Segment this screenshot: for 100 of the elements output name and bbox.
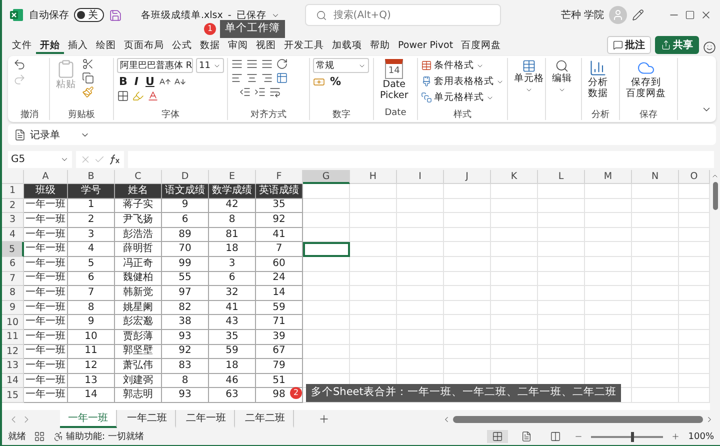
wrap-text-icon[interactable]	[268, 86, 280, 98]
undo-icon[interactable]	[13, 58, 26, 71]
scroll-left-icon[interactable]	[442, 414, 451, 424]
align-right-icon[interactable]	[261, 72, 273, 84]
vertical-scrollbar[interactable]	[712, 182, 718, 210]
maximize-icon[interactable]	[685, 10, 695, 20]
row-header[interactable]: 3	[2, 213, 24, 228]
align-center-icon[interactable]	[246, 72, 258, 84]
column-header[interactable]: K	[491, 170, 538, 184]
font-name-field[interactable]: 阿里巴巴普惠体 R	[117, 58, 193, 73]
indent-decrease-icon[interactable]	[238, 86, 250, 98]
enter-icon[interactable]	[94, 154, 105, 164]
menu-tab[interactable]: 视图	[252, 38, 280, 54]
menu-tab[interactable]: 开发工具	[280, 38, 328, 54]
row-header[interactable]: 5	[2, 242, 24, 257]
column-header[interactable]: C	[115, 170, 162, 184]
styles-menu-button[interactable]: 单元格样式	[421, 90, 494, 105]
scissors-icon[interactable]	[82, 58, 94, 70]
column-header[interactable]: B	[68, 170, 115, 184]
percent-button[interactable]: %	[328, 75, 344, 88]
zoom-slider-thumb[interactable]	[630, 432, 634, 442]
column-header[interactable]: F	[256, 170, 303, 184]
copy-icon[interactable]	[82, 72, 94, 84]
column-header[interactable]: L	[538, 170, 585, 184]
row-header[interactable]: 2	[2, 198, 24, 214]
add-sheet-icon[interactable]	[318, 413, 330, 425]
column-header[interactable]: I	[397, 170, 444, 184]
autosave-toggle[interactable]: 关	[74, 8, 104, 22]
menu-tab[interactable]: 公式	[168, 38, 196, 54]
macro-icon[interactable]	[34, 431, 45, 442]
function-icon[interactable]	[108, 154, 120, 164]
sheet-tab[interactable]: 一年一班	[60, 410, 117, 428]
row-header[interactable]: 6	[2, 256, 24, 272]
font-color-icon[interactable]	[147, 90, 159, 102]
scroll-right-icon[interactable]	[705, 414, 714, 424]
menu-tab[interactable]: 绘图	[92, 38, 120, 54]
accessibility-icon[interactable]	[53, 431, 64, 442]
merge-icon[interactable]	[276, 72, 288, 84]
menu-tab[interactable]: Power Pivot	[394, 38, 458, 54]
normal-view-button[interactable]	[487, 430, 508, 443]
user-avatar[interactable]	[609, 6, 627, 24]
share-button[interactable]: 共享	[655, 36, 699, 54]
select-all-corner[interactable]	[2, 170, 24, 184]
date-picker-button[interactable]: 14 Date Picker	[377, 58, 412, 103]
cells-button[interactable]: 单元格	[511, 58, 547, 95]
underline-button[interactable]: U	[143, 75, 156, 88]
menu-tab[interactable]: 审阅	[224, 38, 252, 54]
row-header[interactable]: 11	[2, 330, 24, 345]
analyze-data-button[interactable]: 分析 数据	[585, 58, 611, 101]
format-painter-icon[interactable]	[82, 86, 94, 98]
comment-button[interactable]: 批注	[607, 36, 651, 54]
column-header[interactable]: G	[303, 170, 350, 184]
borders-icon[interactable]	[117, 90, 129, 102]
column-header[interactable]: E	[209, 170, 256, 184]
menu-tab[interactable]: 加载项	[328, 38, 366, 54]
row-header[interactable]: 10	[2, 315, 24, 330]
save-icon[interactable]	[109, 8, 122, 22]
menu-tab[interactable]: 插入	[64, 38, 92, 54]
menu-tab[interactable]: 开始	[36, 38, 64, 54]
align-middle-icon[interactable]	[246, 58, 258, 70]
fill-color-icon[interactable]	[132, 90, 144, 102]
smiley-icon[interactable]	[703, 41, 716, 54]
form-button[interactable]: 记录单	[30, 128, 60, 142]
column-header[interactable]: J	[444, 170, 491, 184]
align-left-icon[interactable]	[231, 72, 243, 84]
horizontal-scrollbar[interactable]	[453, 416, 703, 422]
row-header[interactable]: 12	[2, 344, 24, 360]
font-size-field[interactable]: 11	[196, 58, 224, 73]
menu-tab[interactable]: 数据	[196, 38, 224, 54]
menu-tab[interactable]: 百度网盘	[457, 38, 506, 54]
close-icon[interactable]	[700, 9, 712, 21]
row-header[interactable]: 8	[2, 286, 24, 301]
row-header[interactable]: 7	[2, 272, 24, 286]
row-header[interactable]: 9	[2, 300, 24, 316]
currency-icon[interactable]	[313, 76, 325, 88]
shrink-font-icon[interactable]	[174, 76, 186, 88]
menu-tab[interactable]: 文件	[8, 38, 36, 54]
column-header[interactable]: H	[350, 170, 397, 184]
accessibility-status[interactable]: 辅助功能: 一切就绪	[66, 430, 144, 443]
align-bottom-icon[interactable]	[261, 58, 273, 70]
column-header[interactable]: A	[24, 170, 68, 184]
zoom-in-icon[interactable]	[671, 432, 680, 441]
form-icon[interactable]	[14, 128, 26, 140]
column-header[interactable]: N	[632, 170, 679, 184]
number-format-field[interactable]: 常规	[313, 58, 369, 73]
menu-tab[interactable]: 帮助	[366, 38, 394, 54]
row-header[interactable]: 13	[2, 359, 24, 374]
save-to-cloud-button[interactable]: 保存到 百度网盘	[623, 58, 669, 101]
orientation-icon[interactable]	[276, 58, 288, 70]
selected-cell[interactable]	[303, 242, 350, 257]
row-header[interactable]: 1	[2, 184, 24, 199]
align-top-icon[interactable]	[231, 58, 243, 70]
column-header[interactable]: O	[679, 170, 710, 184]
row-header[interactable]: 4	[2, 228, 24, 242]
column-header[interactable]: M	[585, 170, 632, 184]
scroll-up-icon[interactable]	[711, 172, 719, 180]
italic-button[interactable]: I	[132, 75, 140, 88]
indent-increase-icon[interactable]	[254, 86, 266, 98]
name-box[interactable]: G5	[8, 150, 72, 168]
row-header[interactable]: 15	[2, 388, 24, 403]
